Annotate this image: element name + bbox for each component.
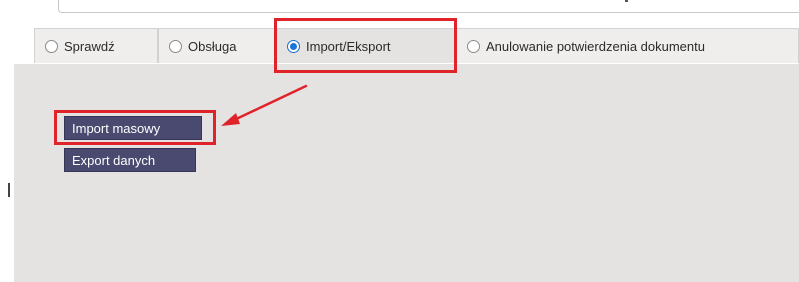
tab-label: Obsługa [188,38,237,54]
export-danych-button[interactable]: Export danych [64,148,196,172]
import-masowy-button[interactable]: Import masowy [64,116,202,140]
import-button-label: Import masowy [72,120,161,136]
tab-label: Anulowanie potwierdzenia dokumentu [486,38,705,54]
edge-marker [8,183,10,197]
tab-label: Sprawdź [64,38,115,54]
radio-icon[interactable] [45,39,58,53]
radio-icon[interactable] [467,39,480,53]
export-button-label: Export danych [72,152,156,168]
tab-anulowanie[interactable]: Anulowanie potwierdzenia dokumentu [456,28,799,63]
radio-checked-icon[interactable] [287,39,300,53]
top-input-field[interactable] [58,0,799,13]
tab-bar: Sprawdź Obsługa Import/Eksport Anulowani… [34,28,799,65]
input-caret [625,0,628,2]
tab-sprawdz[interactable]: Sprawdź [34,28,158,63]
radio-icon[interactable] [169,39,182,53]
screenshot-stage: Sprawdź Obsługa Import/Eksport Anulowani… [0,0,799,282]
tab-import-eksport[interactable]: Import/Eksport [276,28,456,63]
tab-content-panel [14,64,799,282]
tab-label: Import/Eksport [306,38,391,54]
tab-obsluga[interactable]: Obsługa [158,28,276,63]
